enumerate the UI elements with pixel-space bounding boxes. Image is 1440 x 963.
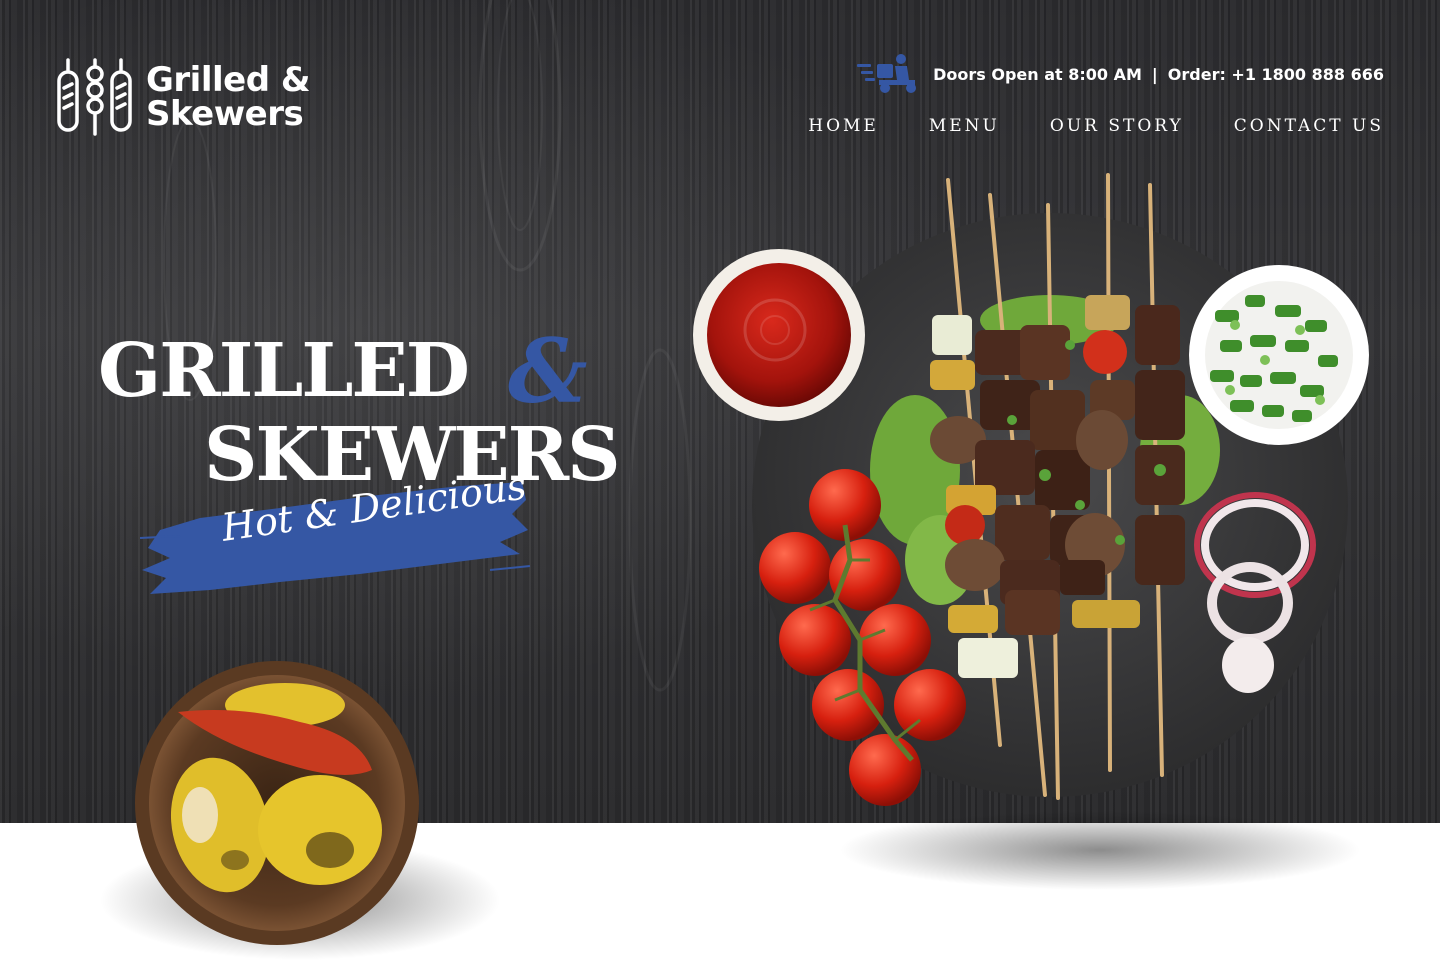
doors-open-text: Doors Open at 8:00 AM — [933, 64, 1142, 84]
ketchup-bowl — [693, 249, 865, 421]
nav-contact-us[interactable]: CONTACT US — [1234, 116, 1384, 136]
hero-title-line1: GRILLED — [98, 328, 470, 414]
delivery-scooter-icon — [857, 54, 917, 93]
brand-logo[interactable]: Grilled & Skewers — [56, 58, 311, 136]
nav-our-story[interactable]: OUR STORY — [1050, 116, 1184, 136]
hero-title-ampersand: & — [508, 319, 588, 423]
order-phone-link[interactable]: Order: +1 1800 888 666 — [1168, 65, 1384, 84]
nav-home[interactable]: HOME — [808, 116, 879, 136]
brand-name-line2: Skewers — [146, 94, 304, 134]
contact-separator: | — [1151, 64, 1158, 84]
main-nav: HOME MENU OUR STORY CONTACT US — [758, 116, 1384, 136]
plate-shadow — [840, 810, 1360, 890]
brand-name-line1: Grilled & — [146, 60, 311, 100]
grilled-corn-bowl — [135, 661, 419, 945]
contact-info: Doors Open at 8:00 AM | Order: +1 1800 8… — [857, 54, 1384, 94]
brand-name: Grilled & Skewers — [146, 60, 311, 134]
nav-menu[interactable]: MENU — [929, 116, 1000, 136]
landing-page: Grilled & Skewers Doors Open at 8:00 AM … — [0, 0, 1440, 963]
skewers-logo-icon — [57, 58, 132, 136]
green-onion-bowl — [1189, 265, 1369, 445]
